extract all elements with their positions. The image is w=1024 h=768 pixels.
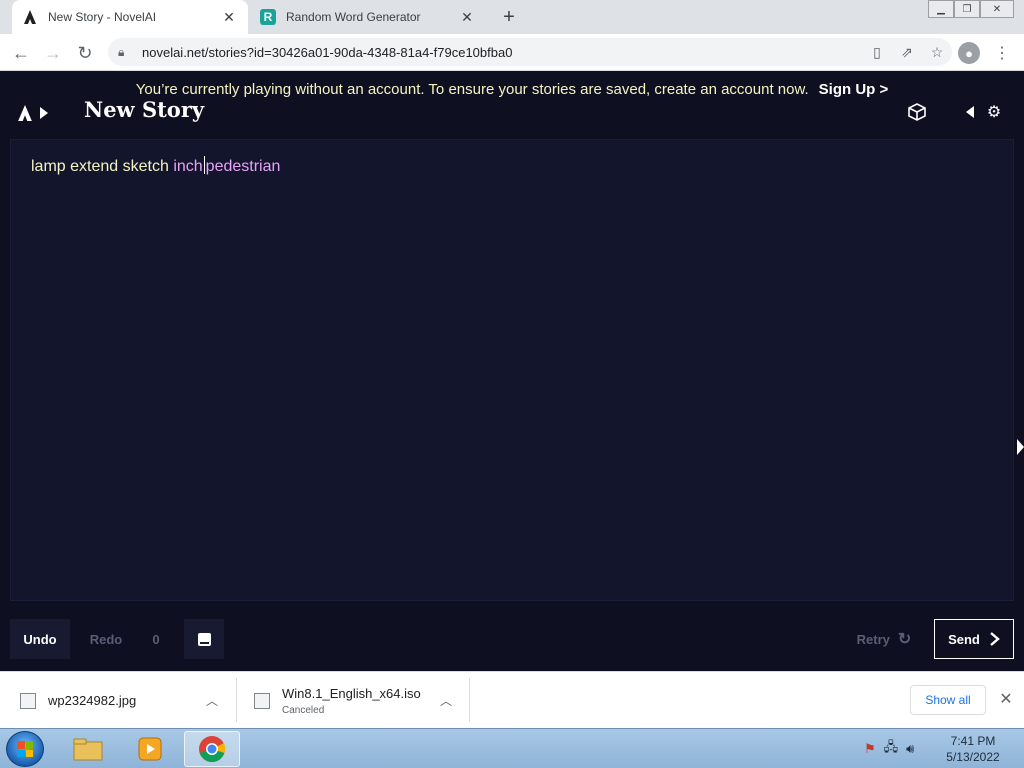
address-bar[interactable]: 🔒︎ novelai.net/stories?id=30426a01-90da-… [108, 38, 952, 66]
back-arrow-icon[interactable]: ← [8, 40, 34, 66]
retry-icon: ↻ [897, 631, 912, 648]
lock-icon: 🔒︎ [118, 44, 125, 59]
reload-icon[interactable]: ↻ [72, 40, 98, 66]
tab-new-story[interactable]: New Story - NovelAI ✕ [12, 0, 248, 34]
download-item[interactable]: Win8.1_English_x64.iso Canceled ︿ [254, 672, 468, 729]
lorebook-dice-icon[interactable] [905, 100, 929, 124]
retry-button[interactable]: Retry ↻ [844, 619, 924, 659]
download-filename: wp2324982.jpg [48, 693, 137, 708]
mouse-pointer-icon [1017, 439, 1024, 455]
undo-button[interactable]: Undo [10, 619, 70, 659]
taskbar-clock[interactable]: 7:41 PM 5/13/2022 [940, 733, 1006, 765]
close-tab-icon[interactable]: ✕ [458, 8, 476, 26]
kebab-menu-icon[interactable]: ⋮ [992, 42, 1012, 64]
close-tab-icon[interactable]: ✕ [220, 8, 238, 26]
browser-tabstrip: New Story - NovelAI ✕ R Random Word Gene… [0, 0, 1024, 34]
close-window-icon[interactable]: ✕ [980, 0, 1014, 18]
show-all-downloads-button[interactable]: Show all [910, 685, 986, 715]
user-text: lamp extend sketch [31, 158, 169, 175]
media-player-taskbar-icon[interactable] [122, 731, 178, 767]
url-text[interactable]: novelai.net/stories?id=30426a01-90da-434… [142, 45, 862, 60]
share-icon[interactable]: ⇗ [892, 40, 922, 64]
download-divider [469, 678, 470, 722]
chevron-up-icon[interactable]: ︿ [206, 692, 218, 709]
download-divider [236, 678, 237, 722]
download-shelf: wp2324982.jpg ︿ Win8.1_English_x64.iso C… [0, 671, 1024, 728]
download-status: Canceled [282, 704, 325, 716]
restore-window-icon[interactable]: ❐ [954, 0, 980, 18]
file-explorer-taskbar-icon[interactable] [60, 731, 116, 767]
windows-start-button[interactable] [6, 731, 44, 767]
text-caret [203, 156, 205, 174]
story-title[interactable]: New Story [84, 97, 204, 122]
send-arrow-icon [990, 632, 1000, 646]
send-button[interactable]: Send [934, 619, 1014, 659]
history-icon [197, 632, 211, 646]
tab-title: Random Word Generator [286, 10, 421, 24]
novelai-logo-icon [22, 9, 38, 25]
windows-taskbar: ⚑ 🖧︎ 🔊︎ 7:41 PM 5/13/2022 [0, 728, 1024, 768]
clipboard-icon[interactable]: ▯ [862, 40, 892, 64]
story-editor[interactable]: lamp extend sketch inch pedestrian [10, 139, 1014, 601]
story-header: New Story ⚙ [0, 89, 1024, 137]
windows-logo-icon [17, 741, 33, 757]
bookmark-star-icon[interactable]: ☆ [922, 40, 952, 64]
browser-toolbar: ← → ↻ 🔒︎ novelai.net/stories?id=30426a01… [0, 34, 1024, 71]
disc-image-file-icon [254, 692, 270, 709]
story-text[interactable]: lamp extend sketch inch pedestrian [31, 156, 280, 176]
action-center-flag-icon[interactable]: ⚑ [864, 741, 876, 757]
chevron-left-icon[interactable] [958, 100, 982, 124]
clock-time: 7:41 PM [950, 734, 996, 748]
new-tab-plus-icon[interactable]: + [498, 6, 520, 28]
download-filename: Win8.1_English_x64.iso [282, 685, 421, 701]
redo-count[interactable]: 0 [138, 619, 174, 659]
tab-title: New Story - NovelAI [48, 10, 157, 24]
left-menu-button[interactable] [18, 101, 58, 125]
download-item[interactable]: wp2324982.jpg ︿ [20, 672, 234, 729]
novelai-logo-icon [18, 105, 32, 121]
system-tray: ⚑ 🖧︎ 🔊︎ [864, 737, 914, 761]
redo-button[interactable]: Redo [74, 619, 138, 659]
minimize-window-icon[interactable]: ▁ [928, 0, 954, 18]
profile-avatar-icon[interactable]: ● [958, 42, 980, 64]
settings-gear-icon[interactable]: ⚙ [982, 100, 1006, 124]
retry-label: Retry [856, 631, 890, 647]
chrome-taskbar-icon[interactable] [184, 731, 240, 767]
ai-generated-text: pedestrian [205, 158, 281, 175]
history-button[interactable] [184, 619, 224, 659]
volume-icon[interactable]: 🔊︎ [906, 741, 914, 757]
network-icon[interactable]: 🖧︎ [884, 738, 899, 760]
download-info: Win8.1_English_x64.iso Canceled [282, 686, 421, 716]
chevron-right-icon [40, 107, 48, 119]
close-shelf-icon[interactable]: ✕ [996, 689, 1016, 709]
forward-arrow-icon[interactable]: → [40, 40, 66, 66]
story-controls: Undo Redo 0 Retry ↻ Send [10, 619, 1014, 659]
image-file-icon [20, 692, 36, 709]
send-label: Send [948, 631, 980, 647]
chevron-up-icon[interactable]: ︿ [440, 692, 452, 709]
tab-random-word-generator[interactable]: R Random Word Generator ✕ [250, 0, 486, 34]
ai-generated-text: inch [173, 158, 203, 175]
novelai-app: You’re currently playing without an acco… [0, 71, 1024, 671]
random-word-generator-favicon: R [260, 9, 276, 25]
clock-date: 5/13/2022 [946, 750, 1000, 764]
